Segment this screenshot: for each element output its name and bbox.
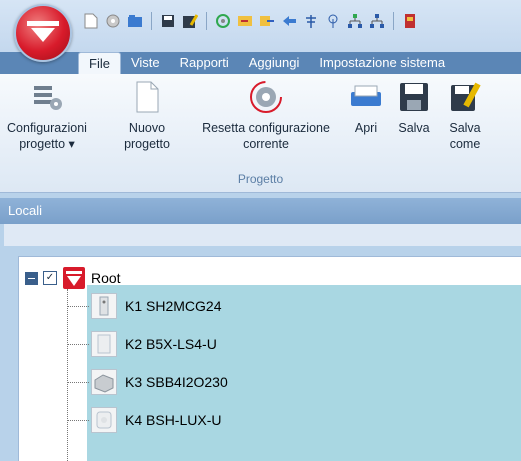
tab-impostazione-sistema[interactable]: Impostazione sistema (309, 52, 455, 74)
gear-icon[interactable] (104, 12, 122, 30)
tree-node-label: K3 SBB4I2O230 (125, 374, 228, 390)
tab-rapporti[interactable]: Rapporti (170, 52, 239, 74)
export-icon[interactable] (258, 12, 276, 30)
ribbon-tabs: File Viste Rapporti Aggiungi Impostazion… (78, 52, 455, 74)
signal-icon[interactable] (324, 12, 342, 30)
tree-connector-line (67, 419, 89, 421)
tree-node-label: K1 SH2MCG24 (125, 298, 222, 314)
tree-node-label: Root (91, 270, 121, 286)
tree-connector-line (67, 343, 89, 345)
toolbar-separator (393, 12, 394, 30)
save-icon[interactable] (159, 12, 177, 30)
reset-icon[interactable] (214, 12, 232, 30)
tree-node-k3[interactable]: K3 SBB4I2O230 (67, 367, 228, 397)
toolbar-separator (206, 12, 207, 30)
save-as-button[interactable]: Salva come (442, 80, 488, 152)
button-label: come (449, 137, 481, 151)
configuration-list-icon (30, 80, 64, 114)
tree-node-root[interactable]: ✓ Root (25, 267, 121, 289)
network-icon[interactable] (346, 12, 364, 30)
device-icon (91, 293, 117, 319)
tree-node-label: K2 B5X-LS4-U (125, 336, 217, 352)
collapse-toggle-icon[interactable] (25, 271, 38, 285)
reset-configuration-button[interactable]: Resetta configurazione corrente (188, 80, 344, 152)
arrow-left-icon[interactable] (280, 12, 298, 30)
toolbar-separator (151, 12, 152, 30)
tree-connector-line (67, 381, 89, 383)
button-label: Resetta configurazione (202, 121, 330, 135)
save-as-icon[interactable] (181, 12, 199, 30)
button-label: Salva (398, 121, 430, 135)
open-button[interactable]: Apri (346, 80, 386, 136)
ribbon-panel: Configurazioni progetto ▾ Nuovo progetto… (0, 74, 521, 193)
module-icon[interactable] (401, 12, 419, 30)
new-project-button[interactable]: Nuovo progetto (114, 80, 180, 152)
save-as-pencil-icon (448, 80, 482, 114)
button-label: Salva (449, 121, 481, 135)
network-tree-icon[interactable] (368, 12, 386, 30)
brand-logo-icon (63, 267, 85, 289)
button-label: progetto ▾ (19, 137, 75, 151)
quick-access-toolbar (0, 0, 521, 53)
tree-connector-line (67, 305, 89, 307)
button-label: corrente (243, 137, 289, 151)
button-label: Nuovo (128, 121, 166, 135)
brand-logo-icon (27, 21, 59, 42)
save-button[interactable]: Salva (394, 80, 434, 136)
tree-node-label: K4 BSH-LUX-U (125, 412, 222, 428)
project-configurations-button[interactable]: Configurazioni progetto ▾ (4, 80, 90, 152)
button-label: Apri (354, 121, 378, 135)
import-icon[interactable] (236, 12, 254, 30)
panel-toolbar (4, 224, 521, 247)
open-project-icon (349, 80, 383, 114)
device-icon (91, 369, 117, 395)
antenna-icon[interactable] (302, 12, 320, 30)
tab-viste[interactable]: Viste (121, 52, 170, 74)
tab-aggiungi[interactable]: Aggiungi (239, 52, 310, 74)
button-label: progetto (124, 137, 170, 151)
device-icon (91, 331, 117, 357)
application-menu-button[interactable] (14, 4, 72, 62)
tree-view[interactable]: ✓ Root K1 SH2MCG24 K2 B5X-LS4-U K3 SBB4I… (18, 256, 521, 461)
reset-gear-icon (249, 80, 283, 114)
tree-node-k4[interactable]: K4 BSH-LUX-U (67, 405, 221, 435)
root-checkbox[interactable]: ✓ (43, 271, 57, 285)
blank-document-icon (130, 80, 164, 114)
floppy-disk-icon (397, 80, 431, 114)
device-icon (91, 407, 117, 433)
ribbon-group-label: Progetto (237, 172, 284, 186)
tab-file[interactable]: File (78, 52, 121, 74)
button-label: Configurazioni (7, 121, 87, 135)
tree-node-k1[interactable]: K1 SH2MCG24 (67, 291, 221, 321)
new-document-icon[interactable] (82, 12, 100, 30)
tree-node-k2[interactable]: K2 B5X-LS4-U (67, 329, 217, 359)
panel-body: ✓ Root K1 SH2MCG24 K2 B5X-LS4-U K3 SBB4I… (0, 246, 521, 461)
panel-header: Locali (0, 198, 521, 224)
panel-title: Locali (8, 203, 42, 218)
open-folder-icon[interactable] (126, 12, 144, 30)
